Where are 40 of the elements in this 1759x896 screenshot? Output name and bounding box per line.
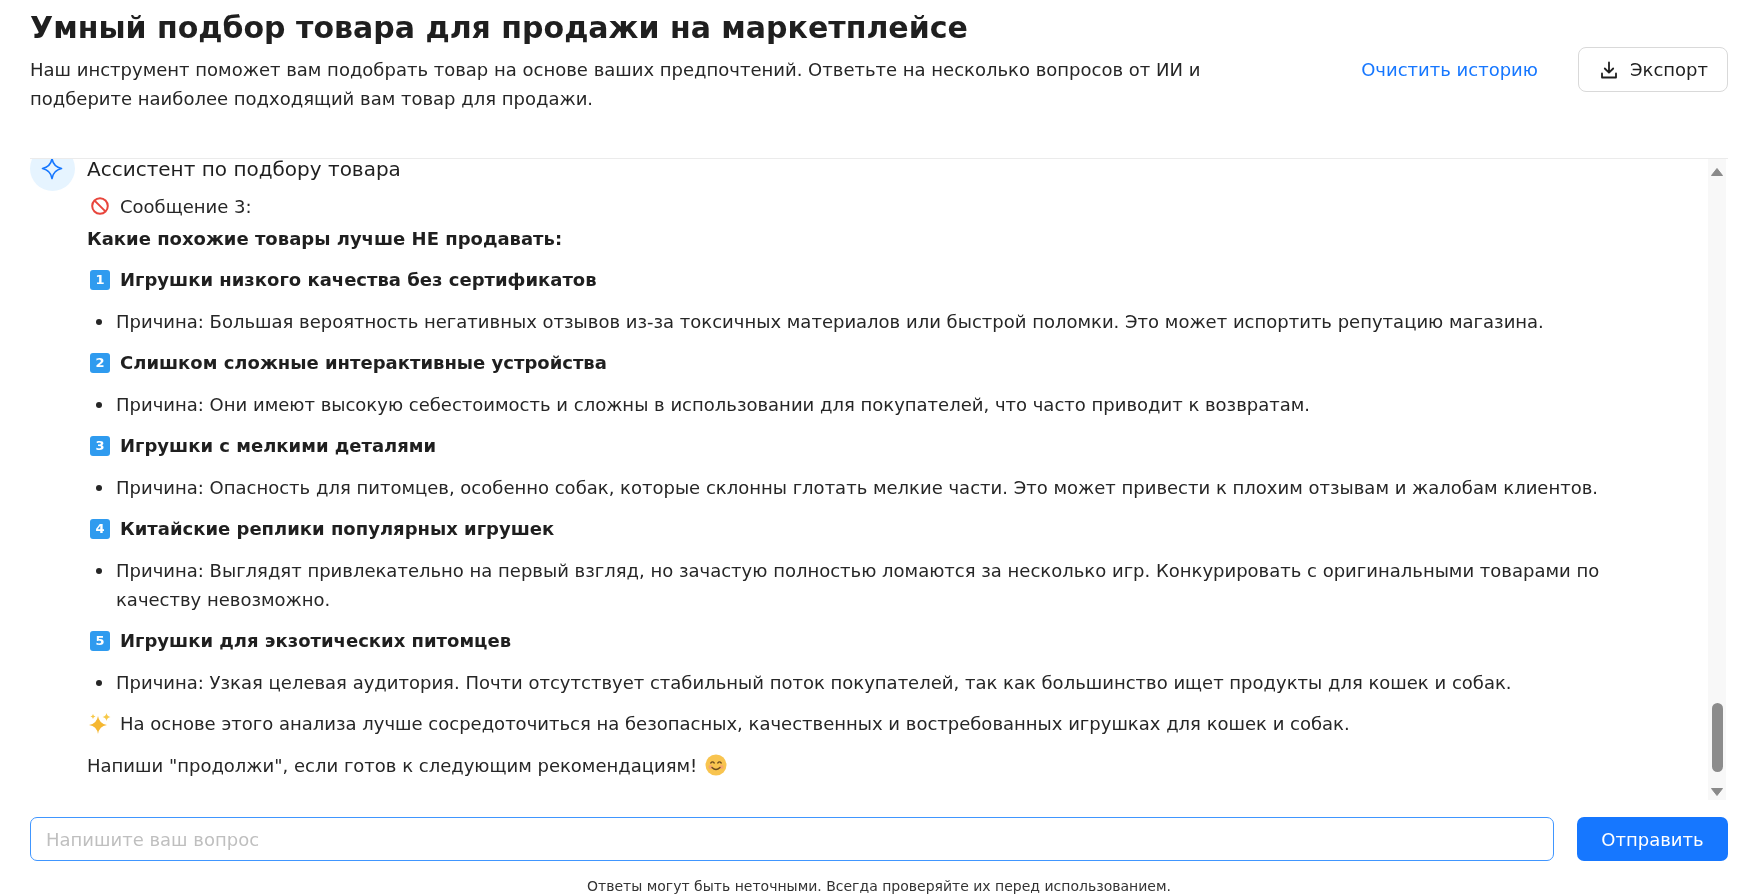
item-title: Китайские реплики популярных игрушек — [120, 517, 555, 541]
disclaimer-text: Ответы могут быть неточными. Всегда проверяйте их перед использованием. — [587, 878, 1171, 894]
export-button[interactable]: Экспорт — [1577, 47, 1728, 92]
bullet-icon — [96, 679, 102, 686]
reason-text: Причина: Выглядят привлекательно на первый взгляд, но зачастую полностью ломаются за несколько игр. Конкурировать с оригинальными товарами по качеству невозможно. — [116, 558, 1601, 612]
reason-text: Причина: Они имеют высокую себестоимость и сложны в использовании для покупателей, что часто приводит к возвратам. — [116, 392, 1311, 417]
message-heading: Какие похожие товары лучше НЕ продавать: — [87, 226, 564, 251]
question-input[interactable]: Напишите ваш вопрос — [30, 817, 1554, 861]
item-number: 5 — [90, 630, 110, 651]
message-label: Сообщение 3: — [120, 194, 252, 219]
item-number: 3 — [90, 435, 110, 456]
send-button[interactable]: Отправить — [1577, 817, 1728, 861]
item-title: Игрушки низкого качества без сертификатов — [120, 268, 597, 292]
clear-history-link[interactable]: Очистить историю — [1361, 59, 1538, 80]
reason-text: Причина: Большая вероятность негативных отзывов из-за токсичных материалов или быстрой поломки. Это может испортить репутацию магазина. — [116, 309, 1544, 334]
prohibited-icon — [91, 197, 109, 215]
item-number: 1 — [90, 269, 110, 290]
download-icon — [1599, 60, 1618, 79]
bullet-icon — [96, 567, 102, 574]
scrollbar-thumb[interactable] — [1711, 703, 1723, 772]
sparkles-icon — [89, 712, 111, 735]
sparkle-avatar-icon — [30, 159, 75, 192]
conclusion-text: На основе этого анализа лучше сосредоточиться на безопасных, качественных и востребованных игрушках для кошек и собак. — [120, 712, 1350, 736]
reason-text: Причина: Опасность для питомцев, особенно собак, которые склонны глотать мелкие части. Это может привести к плохим отзывам и жалобам клиентов. — [116, 475, 1599, 500]
reason-text: Причина: Узкая целевая аудитория. Почти отсутствует стабильный поток покупателей, так как большинство ищет продукты для кошек и собак. — [116, 670, 1512, 695]
item-title: Слишком сложные интерактивные устройства — [120, 351, 607, 375]
closing-text: Напиши "продолжи", если готов к следующим рекомендациям! — [87, 753, 698, 778]
page-title: Умный подбор товара для продажи на маркетплейсе — [30, 9, 969, 47]
item-number: 4 — [90, 518, 110, 539]
item-number: 2 — [90, 352, 110, 373]
bullet-icon — [96, 484, 102, 491]
item-title: Игрушки для экзотических питомцев — [120, 629, 512, 653]
assistant-name: Ассистент по подбору товара — [87, 159, 402, 179]
smiling-face-icon — [705, 754, 728, 776]
bullet-icon — [96, 401, 102, 408]
scroll-up-icon[interactable] — [1711, 168, 1723, 176]
scroll-down-icon[interactable] — [1711, 788, 1723, 796]
bullet-icon — [96, 318, 102, 325]
page-description: Наш инструмент поможет вам подобрать товар на основе ваших предпочтений. Ответьте на несколько вопросов от ИИ и подберите наиболее подходящий вам товар для продажи. — [30, 58, 1202, 111]
item-title: Игрушки с мелкими деталями — [120, 434, 437, 458]
